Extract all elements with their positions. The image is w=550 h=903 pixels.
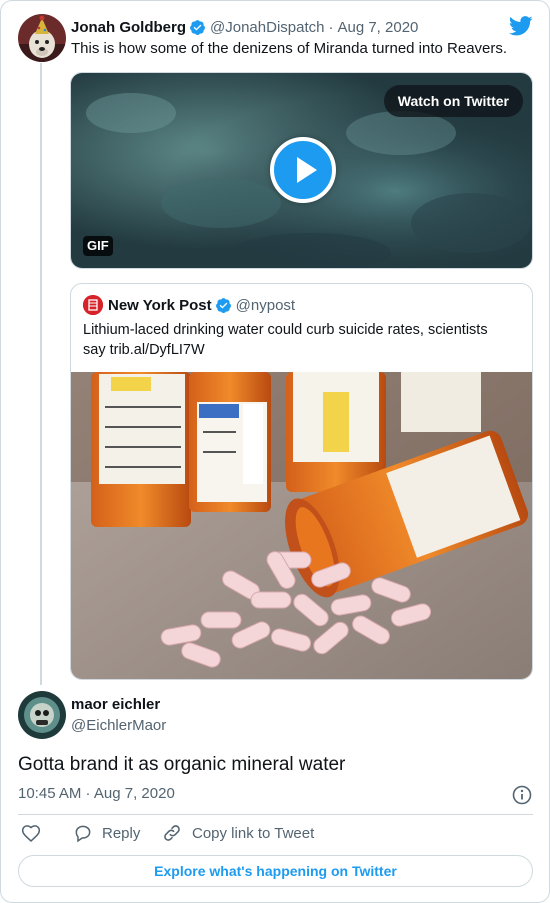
nypost-logo-icon	[83, 295, 103, 315]
tweet-date[interactable]: Aug 7, 2020	[337, 19, 418, 36]
quoted-author-handle: @nypost	[235, 296, 296, 314]
quoted-tweet-text-line2: say trib.al/DyfLI7W	[83, 342, 205, 358]
author-handle[interactable]: @JonahDispatch	[210, 19, 324, 36]
reply-timestamp[interactable]: 10:45 AM · Aug 7, 2020	[18, 785, 175, 802]
twitter-logo-icon[interactable]	[509, 16, 533, 36]
play-button[interactable]	[270, 137, 336, 203]
quoted-author-name: New York Post	[108, 296, 212, 314]
reply-button[interactable]: Reply	[73, 823, 140, 843]
play-icon	[297, 157, 317, 183]
quoted-tweet-header: New York Post @nypost	[83, 295, 295, 315]
author-name[interactable]: Jonah Goldberg	[71, 19, 186, 36]
like-button[interactable]	[21, 823, 41, 843]
embedded-tweet-card: Jonah Goldberg @JonahDispatch · Aug 7, 2…	[0, 0, 550, 903]
verified-badge-icon	[190, 19, 205, 35]
copy-link-label: Copy link to Tweet	[192, 824, 315, 842]
explore-button[interactable]: Explore what's happening on Twitter	[18, 855, 533, 887]
quoted-tweet-text-line1: Lithium-laced drinking water could curb …	[83, 322, 488, 338]
divider	[18, 814, 533, 815]
thread-line	[40, 63, 42, 685]
copy-link-button[interactable]: Copy link to Tweet	[162, 823, 314, 843]
info-icon[interactable]	[512, 785, 532, 805]
link-icon	[164, 825, 180, 841]
reply-author-avatar[interactable]	[18, 691, 66, 739]
gif-badge: GIF	[83, 236, 113, 256]
reply-author-name[interactable]: maor eichler	[71, 696, 160, 713]
heart-icon	[21, 825, 41, 843]
parent-tweet-text: This is how some of the denizens of Mira…	[71, 40, 508, 57]
reply-author-handle[interactable]: @EichlerMaor	[71, 717, 166, 734]
separator-dot: ·	[328, 18, 334, 36]
reply-label: Reply	[102, 824, 141, 842]
parent-tweet-header: Jonah Goldberg @JonahDispatch · Aug 7, 2…	[71, 17, 418, 37]
verified-badge-icon	[215, 297, 231, 313]
pill-bottles-photo	[71, 372, 532, 679]
gif-media[interactable]: Watch on Twitter GIF	[70, 72, 533, 269]
reply-icon	[75, 825, 91, 843]
watch-on-twitter-button[interactable]: Watch on Twitter	[383, 85, 523, 117]
quoted-tweet[interactable]: New York Post @nypost Lithium-laced drin…	[70, 283, 533, 680]
author-avatar[interactable]	[18, 14, 66, 62]
reply-tweet-text: Gotta brand it as organic mineral water	[18, 754, 346, 775]
